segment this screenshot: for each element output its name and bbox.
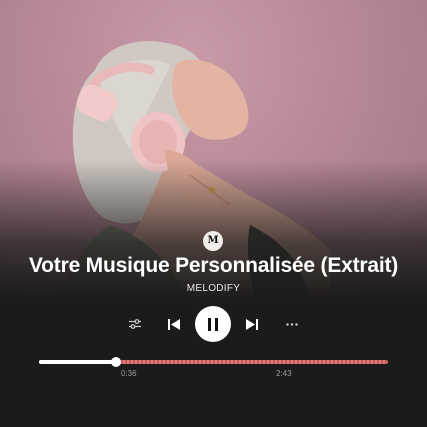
- previous-button[interactable]: [166, 305, 182, 343]
- elapsed-time: 0:36: [121, 369, 137, 378]
- pause-icon: [208, 317, 218, 331]
- track-artist: MELODIFY: [186, 283, 241, 294]
- more-button[interactable]: [284, 305, 300, 343]
- more-horizontal-icon: [286, 322, 298, 326]
- skip-previous-icon: [168, 318, 180, 330]
- music-player: M Votre Musique Personnalisée (Extrait) …: [0, 0, 427, 427]
- total-time: 2:43: [276, 369, 292, 378]
- settings-button[interactable]: [127, 305, 143, 343]
- skip-next-icon: [246, 318, 258, 330]
- sliders-icon: [129, 319, 141, 329]
- playback-controls: [0, 305, 427, 343]
- brand-logo: M: [203, 231, 223, 251]
- progress-thumb[interactable]: [110, 357, 121, 367]
- progress-bar[interactable]: [39, 357, 388, 367]
- pause-button[interactable]: [195, 306, 231, 342]
- cover-fade: [0, 160, 427, 300]
- progress-played: [39, 360, 116, 364]
- next-button[interactable]: [244, 305, 260, 343]
- track-title: Votre Musique Personnalisée (Extrait): [28, 254, 399, 277]
